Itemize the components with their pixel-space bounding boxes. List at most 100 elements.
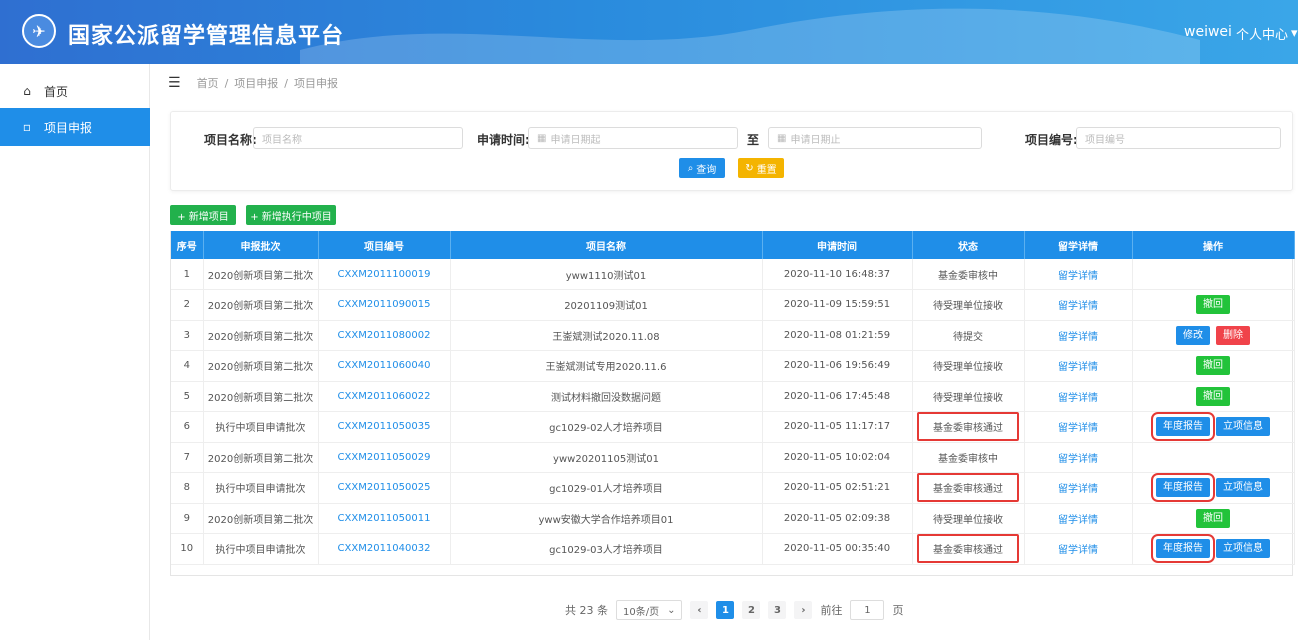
row-project-code[interactable]: CXXM2011050025: [318, 472, 451, 504]
study-detail-link[interactable]: 留学详情: [1024, 320, 1133, 351]
app-logo: ✈: [22, 14, 56, 48]
page-size-select[interactable]: 10条/页 ⌄: [616, 600, 683, 620]
folder-icon: ▫: [22, 120, 32, 134]
row-apply-time: 2020-11-06 19:56:49: [762, 350, 913, 382]
row-actions: 年度报告 立项信息: [1132, 472, 1295, 504]
menu-toggle-icon[interactable]: ☰: [168, 75, 181, 91]
row-project-code[interactable]: CXXM2011050035: [318, 411, 451, 443]
project-info-button[interactable]: 立项信息: [1216, 539, 1270, 559]
status-badge: 待受理单位接收: [933, 392, 1003, 404]
start-date-placeholder: 申请日期起: [550, 134, 601, 146]
row-actions: 修改 删除: [1132, 320, 1295, 351]
row-actions: 年度报告 立项信息: [1132, 411, 1295, 443]
row-project-code[interactable]: CXXM2011050011: [318, 503, 451, 534]
reset-button[interactable]: ↻ 重置: [738, 158, 784, 178]
home-icon: ⌂: [23, 84, 31, 98]
row-batch: 执行中项目申请批次: [203, 411, 319, 443]
user-center-menu[interactable]: 个人中心 ▾: [1236, 24, 1298, 43]
study-detail-link[interactable]: 留学详情: [1024, 259, 1133, 290]
search-icon: ⌕: [687, 162, 694, 174]
user-name[interactable]: weiwei: [1184, 24, 1232, 40]
search-panel: 项目名称: 项目名称 申请时间: ▦ 申请日期起 至 ▦ 申请日期止 项目编号:…: [170, 111, 1293, 191]
study-detail-link[interactable]: 留学详情: [1024, 289, 1133, 321]
query-button[interactable]: ⌕ 查询: [679, 158, 725, 178]
goto-page-input[interactable]: 1: [850, 600, 885, 620]
withdraw-button[interactable]: 撤回: [1196, 295, 1230, 315]
annual-report-button[interactable]: 年度报告: [1151, 473, 1215, 503]
row-apply-time: 2020-11-05 11:17:17: [762, 411, 913, 443]
row-apply-time: 2020-11-05 02:51:21: [762, 472, 913, 504]
row-status-cell: 基金委审核通过: [912, 411, 1025, 443]
sidebar-item-home[interactable]: ⌂ 首页: [0, 72, 150, 110]
start-date-input[interactable]: ▦ 申请日期起: [528, 127, 738, 149]
table-row: 6 执行中项目申请批次 CXXM2011050035 gc1029-02人才培养项目 2…: [171, 411, 1295, 443]
annual-report-button[interactable]: 年度报告: [1151, 534, 1215, 564]
row-number: 4: [171, 350, 204, 382]
study-detail-link[interactable]: 留学详情: [1024, 411, 1133, 443]
row-project-code[interactable]: CXXM2011080002: [318, 320, 451, 351]
study-detail-link[interactable]: 留学详情: [1024, 350, 1133, 382]
page-size-value: 10条/页: [623, 606, 660, 618]
row-project-code[interactable]: CXXM2011100019: [318, 259, 451, 290]
project-name-input[interactable]: 项目名称: [253, 127, 463, 149]
column-header: 申报批次: [203, 231, 319, 259]
study-detail-link[interactable]: 留学详情: [1024, 472, 1133, 504]
annual-report-button[interactable]: 年度报告: [1151, 412, 1215, 442]
study-detail-link[interactable]: 留学详情: [1024, 503, 1133, 534]
row-status-cell: 基金委审核通过: [912, 472, 1025, 504]
row-number: 9: [171, 503, 204, 534]
status-badge: 待提交: [953, 331, 983, 343]
breadcrumb-home[interactable]: 首页: [197, 75, 219, 91]
next-page-button[interactable]: ›: [794, 601, 813, 619]
row-batch: 2020创新项目第二批次: [203, 289, 319, 321]
row-status-cell: 基金委审核中: [912, 442, 1025, 473]
calendar-icon: ▦: [537, 132, 547, 144]
delete-button[interactable]: 删除: [1216, 325, 1250, 345]
end-date-input[interactable]: ▦ 申请日期止: [768, 127, 982, 149]
add-exec-project-button[interactable]: + 新增执行中项目: [246, 205, 336, 225]
row-apply-time: 2020-11-10 16:48:37: [762, 259, 913, 290]
study-detail-link[interactable]: 留学详情: [1024, 442, 1133, 473]
prev-page-button[interactable]: ‹: [690, 601, 709, 619]
column-header: 操作: [1132, 231, 1295, 259]
apply-time-label: 申请时间:: [477, 133, 530, 147]
row-project-name: 王崟斌测试2020.11.08: [450, 320, 763, 351]
row-project-code[interactable]: CXXM2011040032: [318, 533, 451, 565]
withdraw-button[interactable]: 撤回: [1196, 508, 1230, 528]
row-apply-time: 2020-11-05 10:02:04: [762, 442, 913, 473]
row-project-code[interactable]: CXXM2011050029: [318, 442, 451, 473]
app-title: 国家公派留学管理信息平台: [68, 24, 345, 49]
edit-button[interactable]: 修改: [1176, 325, 1210, 345]
sidebar-item-project-apply[interactable]: ▫ 项目申报: [0, 108, 150, 146]
total-count: 共 23 条: [565, 604, 608, 617]
study-detail-link[interactable]: 留学详情: [1024, 381, 1133, 412]
row-status-cell: 待受理单位接收: [912, 381, 1025, 412]
page-button-2[interactable]: 2: [742, 601, 761, 619]
row-project-code[interactable]: CXXM2011090015: [318, 289, 451, 321]
table-row: 4 2020创新项目第二批次 CXXM2011060040 王崟斌测试专用2020.1…: [171, 350, 1295, 382]
row-project-code[interactable]: CXXM2011060040: [318, 350, 451, 382]
study-detail-link[interactable]: 留学详情: [1024, 533, 1133, 565]
withdraw-button[interactable]: 撤回: [1196, 386, 1230, 406]
add-project-button[interactable]: + 新增项目: [170, 205, 236, 225]
column-header: 项目编号: [318, 231, 451, 259]
table-row: 3 2020创新项目第二批次 CXXM2011080002 王崟斌测试2020.11.…: [171, 320, 1295, 351]
row-actions: 撤回: [1132, 381, 1295, 412]
row-number: 7: [171, 442, 204, 473]
row-project-name: gc1029-01人才培养项目: [450, 472, 763, 504]
row-project-code[interactable]: CXXM2011060022: [318, 381, 451, 412]
goto-label: 前往: [820, 604, 843, 617]
project-code-input[interactable]: 项目编号: [1076, 127, 1281, 149]
status-badge: 待受理单位接收: [933, 362, 1003, 374]
table-row: 8 执行中项目申请批次 CXXM2011050025 gc1029-01人才培养项目 2…: [171, 472, 1295, 504]
pagination: 共 23 条 10条/页 ⌄ ‹ 1 2 3 › 前往 1 页: [565, 600, 903, 620]
project-info-button[interactable]: 立项信息: [1216, 417, 1270, 437]
page-button-1[interactable]: 1: [716, 601, 735, 619]
project-code-label: 项目编号:: [1025, 133, 1078, 147]
page-button-3[interactable]: 3: [768, 601, 787, 619]
row-status-cell: 待受理单位接收: [912, 503, 1025, 534]
status-badge: 基金委审核中: [938, 453, 998, 465]
withdraw-button[interactable]: 撤回: [1196, 356, 1230, 376]
breadcrumb-project-apply[interactable]: 项目申报: [234, 75, 278, 91]
project-info-button[interactable]: 立项信息: [1216, 478, 1270, 498]
